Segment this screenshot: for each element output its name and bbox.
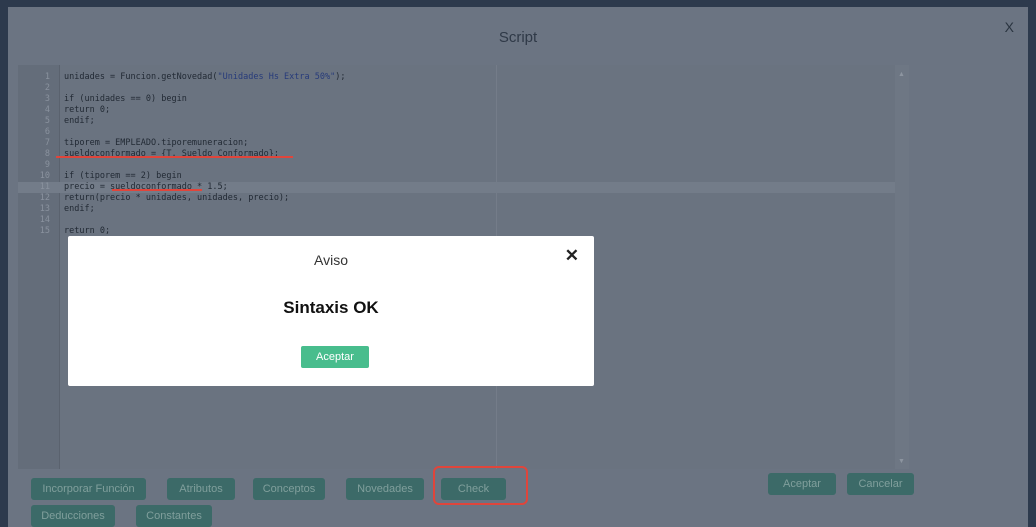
incorporar-funcion-button[interactable]: Incorporar Función [31, 478, 146, 500]
code-line[interactable]: 3 if (unidades == 0) begin [18, 94, 895, 105]
dialog-ok-button[interactable]: Aceptar [301, 346, 369, 368]
code-line[interactable]: 5 endif; [18, 116, 895, 127]
line-number: 14 [39, 215, 50, 225]
code-text: tiporem = EMPLEADO.tiporemuneracion; [64, 138, 249, 148]
code-line[interactable]: 11 precio = sueldoconformado * 1.5; [18, 182, 895, 193]
code-line[interactable]: 4 return 0; [18, 105, 895, 116]
line-number: 7 [44, 138, 50, 148]
code-text: unidades = Funcion.getNovedad("Unidades … [64, 72, 346, 82]
line-number: 6 [44, 127, 50, 137]
code-line[interactable]: 13 endif; [18, 204, 895, 215]
line-number: 3 [44, 94, 50, 104]
deducciones-button[interactable]: Deducciones [31, 505, 115, 527]
code-line[interactable]: 1 unidades = Funcion.getNovedad("Unidades… [18, 72, 895, 83]
dialog-title: Aviso [314, 252, 348, 268]
line-number: 8 [44, 149, 50, 159]
aceptar-button[interactable]: Aceptar [768, 473, 836, 495]
code-line[interactable]: 14 [18, 215, 895, 226]
line-number: 1 [44, 72, 50, 82]
aviso-dialog: Aviso ✕ Sintaxis OK Aceptar [68, 236, 594, 386]
code-text: sueldoconformado = {T. Sueldo Conformado… [64, 149, 279, 159]
code-line[interactable]: 6 [18, 127, 895, 138]
code-text: if (unidades == 0) begin [64, 94, 187, 104]
line-number: 2 [44, 83, 50, 93]
line-number: 12 [39, 193, 50, 203]
code-line[interactable]: 8 sueldoconformado = {T. Sueldo Conformad… [18, 149, 895, 160]
line-number: 9 [44, 160, 50, 170]
atributos-button[interactable]: Atributos [167, 478, 235, 500]
code-line[interactable]: 10 if (tiporem == 2) begin [18, 171, 895, 182]
line-number: 13 [39, 204, 50, 214]
code-text: precio = sueldoconformado * 1.5; [64, 182, 228, 192]
line-number: 15 [39, 226, 50, 236]
close-icon[interactable]: X [1005, 19, 1014, 35]
conceptos-button[interactable]: Conceptos [253, 478, 325, 500]
code-text: return 0; [64, 105, 111, 115]
dialog-message: Sintaxis OK [283, 298, 379, 317]
code-line[interactable]: 9 [18, 160, 895, 171]
novedades-button[interactable]: Novedades [346, 478, 424, 500]
code-line[interactable]: 7 tiporem = EMPLEADO.tiporemuneracion; [18, 138, 895, 149]
code-text: if (tiporem == 2) begin [64, 171, 182, 181]
line-number: 10 [39, 171, 50, 181]
line-number: 11 [39, 182, 50, 192]
code-line[interactable]: 12 return(precio * unidades, unidades, pr… [18, 193, 895, 204]
annotation-underline [56, 156, 293, 158]
close-icon[interactable]: ✕ [565, 246, 579, 266]
line-number: 4 [44, 105, 50, 115]
code-line[interactable]: 2 [18, 83, 895, 94]
modal-title: Script [498, 29, 538, 46]
scrollbar[interactable]: ▲ ▼ [895, 65, 909, 469]
code-text: return(precio * unidades, unidades, prec… [64, 193, 290, 203]
code-text: endif; [64, 204, 95, 214]
scroll-up-icon[interactable]: ▲ [898, 71, 905, 78]
code-text: endif; [64, 116, 95, 126]
check-highlight [433, 466, 528, 505]
line-number: 5 [44, 116, 50, 126]
annotation-underline [112, 189, 202, 191]
scroll-down-icon[interactable]: ▼ [898, 458, 905, 465]
cancelar-button[interactable]: Cancelar [847, 473, 914, 495]
constantes-button[interactable]: Constantes [136, 505, 212, 527]
